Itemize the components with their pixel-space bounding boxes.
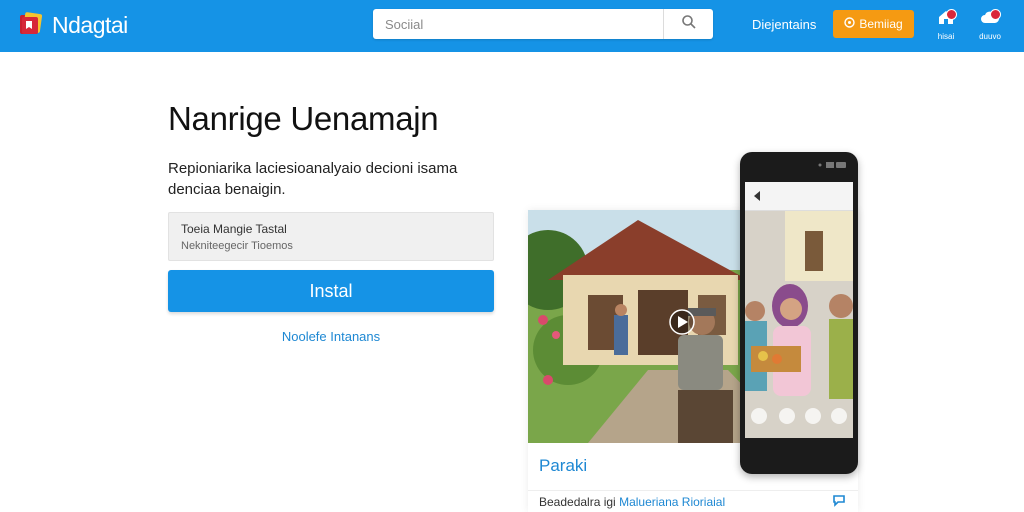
nav-link[interactable]: Diejentains xyxy=(752,17,816,32)
info-box: Toeia Mangie Tastal Nekniteegecir Tioemo… xyxy=(168,212,494,261)
card-footer-text: Beadedalra igi xyxy=(539,495,616,509)
chat-icon[interactable] xyxy=(832,493,846,512)
search-icon xyxy=(681,14,697,35)
secondary-link[interactable]: Noolefe Intanans xyxy=(168,329,494,344)
top-navigation-bar: Ndagtai Diejentains Bemiiag hisai duuvo xyxy=(0,0,1024,52)
info-line-1: Toeia Mangie Tastal xyxy=(181,222,287,236)
cloud-nav-label: duuvo xyxy=(979,32,1001,41)
phone-mockup xyxy=(740,152,858,474)
install-button[interactable]: Instal xyxy=(168,270,494,312)
card-footer: Beadedalra igi Malueriana Rioriaial xyxy=(539,495,725,509)
cta-button[interactable]: Bemiiag xyxy=(833,10,914,38)
home-nav-button[interactable]: hisai xyxy=(928,8,964,44)
coin-icon xyxy=(844,17,856,31)
phone-screen xyxy=(745,182,853,438)
cloud-nav-button[interactable]: duuvo xyxy=(972,8,1008,44)
search-bar xyxy=(373,9,713,39)
back-arrow-icon[interactable] xyxy=(751,189,765,208)
brand-name[interactable]: Ndagtai xyxy=(52,12,128,39)
page-headline: Nanrige Uenamajn xyxy=(168,100,439,137)
page-subtext: Repioniarika laciesioanalyaio decioni is… xyxy=(168,160,458,198)
search-input[interactable] xyxy=(373,9,663,39)
notification-badge xyxy=(990,9,1001,20)
notification-badge xyxy=(946,9,957,20)
search-button[interactable] xyxy=(664,9,713,39)
cta-label: Bemiiag xyxy=(859,17,903,31)
card-title[interactable]: Paraki xyxy=(539,456,587,476)
people-photo xyxy=(745,211,853,438)
info-line-2: Nekniteegecir Tioemos xyxy=(181,240,293,252)
home-nav-label: hisai xyxy=(937,32,955,41)
phone-status-bar xyxy=(740,158,858,170)
card-divider xyxy=(528,490,858,491)
app-logo-icon[interactable] xyxy=(18,11,44,37)
phone-app-bar xyxy=(745,182,853,211)
card-footer-link[interactable]: Malueriana Rioriaial xyxy=(619,495,725,509)
